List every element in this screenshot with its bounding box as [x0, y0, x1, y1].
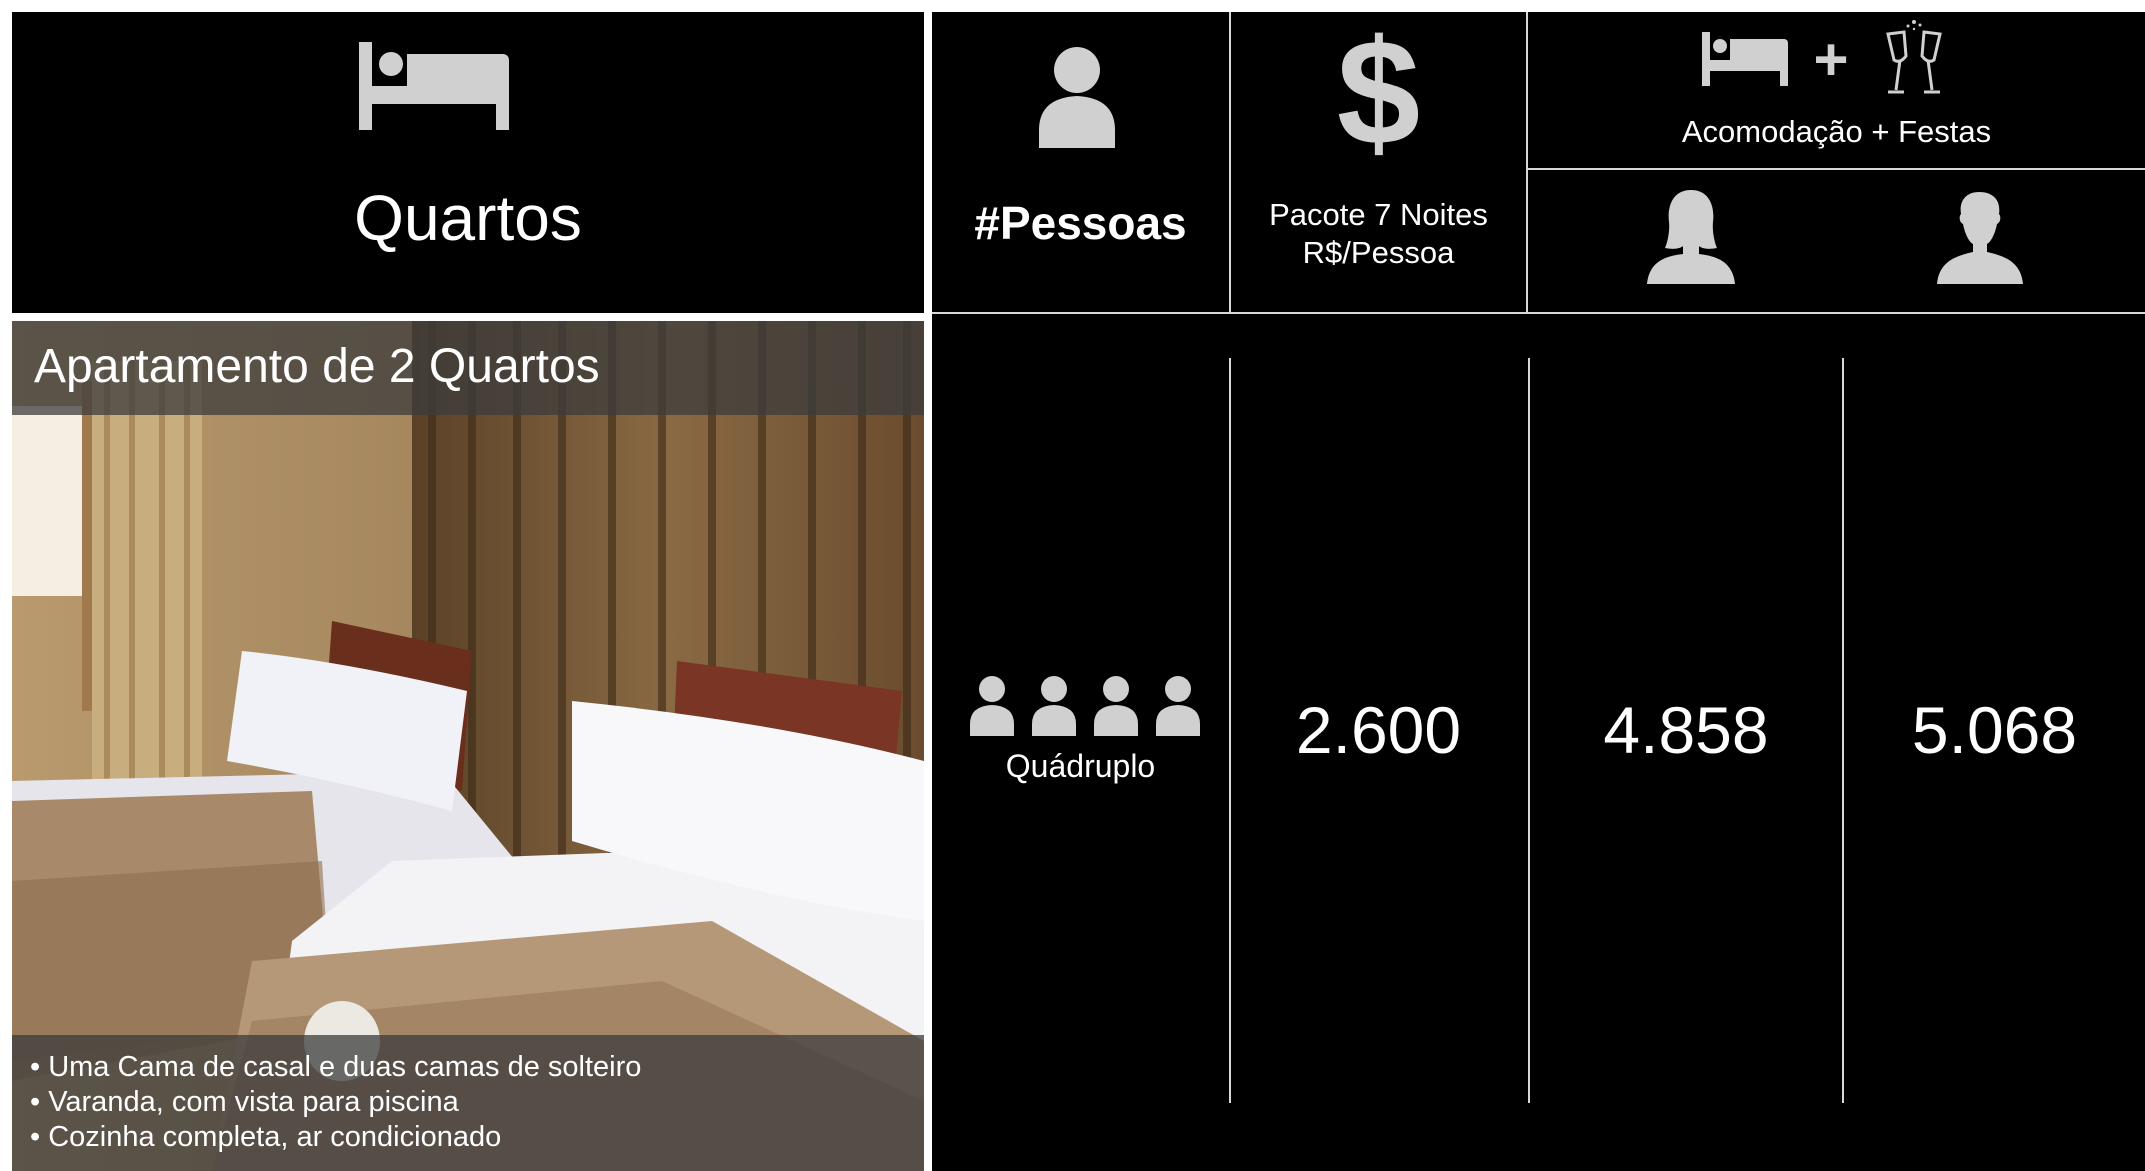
person-icon-4	[1156, 676, 1200, 736]
female-silhouette-icon	[1645, 188, 1737, 284]
rooms-title: Quartos	[354, 182, 582, 254]
people-title: #Pessoas	[974, 197, 1187, 249]
person-icon-3	[1094, 676, 1138, 736]
person-icon	[1035, 46, 1119, 148]
bed-icon-small	[1700, 30, 1790, 88]
dollar-icon: $	[1336, 8, 1421, 176]
frame-middle-border	[924, 0, 932, 1171]
room-name: Apartamento de 2 Quartos	[34, 340, 600, 393]
package-price: 2.600	[1295, 693, 1462, 767]
room-feature-3: • Cozinha completa, ar condicionado	[30, 1121, 502, 1153]
room-feature-1: • Uma Cama de casal e duas camas de solt…	[30, 1051, 642, 1083]
frame-left-border	[0, 0, 12, 1171]
header-divider	[932, 312, 2145, 314]
frame-top-border	[0, 0, 2145, 12]
accommodation-subdivider	[1528, 168, 2145, 170]
occupancy-label: Quádruplo	[1005, 748, 1156, 784]
female-price: 4.858	[1603, 693, 1769, 767]
room-feature-2: • Varanda, com vista para piscina	[30, 1086, 459, 1118]
person-icon-2	[1032, 676, 1076, 736]
bed-icon	[355, 38, 515, 134]
person-icon-1	[970, 676, 1014, 736]
plus-icon: +	[1813, 26, 1849, 93]
package-title-line2: R$/Pessoa	[1302, 235, 1455, 270]
champagne-icon	[1878, 16, 1950, 96]
occupancy-icons	[968, 676, 1204, 736]
accommodation-title: Acomodação + Festas	[1681, 114, 1992, 149]
package-title-line1: Pacote 7 Noites	[1269, 197, 1488, 232]
male-silhouette-icon	[1935, 190, 2025, 284]
frame-horizontal-border	[0, 313, 932, 321]
male-price: 5.068	[1911, 693, 2078, 767]
